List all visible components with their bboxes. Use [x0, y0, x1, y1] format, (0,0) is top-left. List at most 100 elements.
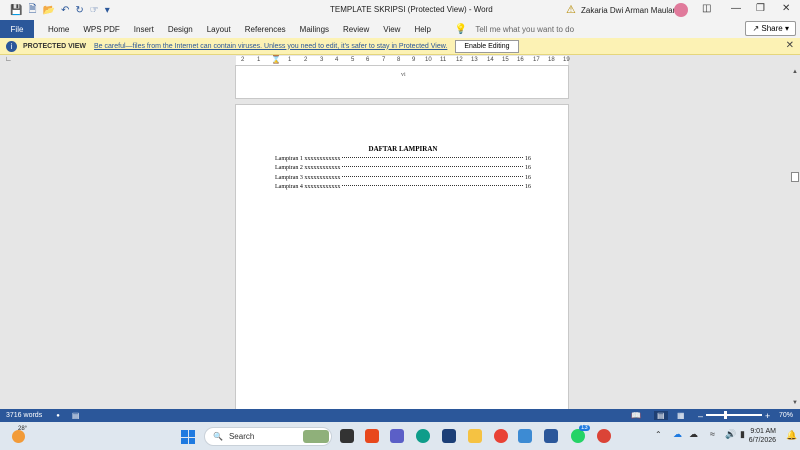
tab-wps-pdf[interactable]: WPS PDF [83, 25, 119, 34]
ruler-mark: 10 [425, 57, 432, 63]
taskbar-search[interactable]: 🔍 Search [204, 427, 332, 446]
wps-office-icon[interactable] [365, 429, 379, 443]
app-icon[interactable] [442, 429, 456, 443]
word-count[interactable]: 3716 words [6, 412, 42, 419]
close-icon[interactable]: ✕ [786, 40, 794, 51]
document-page[interactable]: DAFTAR LAMPIRAN Lampiran 1 xxxxxxxxxxxx … [235, 104, 569, 410]
tab-mailings[interactable]: Mailings [300, 25, 329, 34]
tab-home[interactable]: Home [48, 25, 69, 34]
chevron-up-icon[interactable]: ⌃ [655, 430, 662, 439]
previous-page[interactable]: vi [235, 65, 569, 99]
undo-icon[interactable]: ↶ [61, 5, 69, 16]
status-bar: 3716 words ● ▤ 📖 ▤ ▦ – + 70% [0, 409, 800, 422]
zoom-slider-thumb[interactable] [724, 411, 727, 419]
avatar[interactable] [674, 3, 688, 17]
tell-me-box[interactable]: 💡 Tell me what you want to do [455, 24, 574, 35]
close-icon[interactable]: ✕ [782, 3, 790, 14]
store-icon[interactable] [518, 429, 532, 443]
tab-design[interactable]: Design [168, 25, 193, 34]
scroll-down-icon[interactable]: ▼ [792, 400, 798, 406]
save-icon[interactable]: 💾 [10, 5, 22, 16]
accessibility-icon[interactable]: ▤ [72, 411, 80, 420]
scroll-thumb[interactable] [791, 172, 799, 182]
chrome-icon[interactable] [494, 429, 508, 443]
clock[interactable]: 9:01 AM 6/7/2026 [749, 427, 776, 445]
page-number: vi [401, 72, 406, 78]
toc-label: Lampiran 2 xxxxxxxxxxxx [275, 165, 341, 172]
ruler-mark: 12 [456, 57, 463, 63]
start-icon[interactable] [181, 430, 195, 444]
tab-references[interactable]: References [245, 25, 286, 34]
tab-insert[interactable]: Insert [134, 25, 154, 34]
ruler-mark: 5 [351, 57, 355, 63]
toc-page: 16 [525, 156, 531, 162]
zoom-in-icon[interactable]: + [765, 411, 770, 421]
redo-icon[interactable]: ↻ [75, 5, 83, 16]
ruler-mark: 13 [471, 57, 478, 63]
ruler-mark: 15 [502, 57, 509, 63]
onedrive-icon[interactable]: ☁ [673, 429, 682, 440]
tab-help[interactable]: Help [414, 25, 430, 34]
vertical-scrollbar[interactable]: ▲ ▼ [790, 67, 800, 409]
list-item: Lampiran 4 xxxxxxxxxxxx 16 [275, 184, 531, 193]
web-layout-icon[interactable]: ▦ [677, 411, 685, 420]
touch-mode-icon[interactable]: ☞ [90, 5, 99, 16]
wifi-icon[interactable]: ≈ [710, 429, 715, 439]
task-view-icon[interactable] [340, 429, 354, 443]
ruler-mark: 7 [382, 57, 386, 63]
weather-temp: 28° [18, 426, 28, 432]
battery-icon[interactable]: ▮ [740, 429, 745, 440]
tab-layout[interactable]: Layout [207, 25, 231, 34]
read-mode-icon[interactable]: 📖 [631, 411, 641, 420]
tab-review[interactable]: Review [343, 25, 369, 34]
warning-icon[interactable]: ⚠ [566, 3, 576, 16]
quick-access-toolbar: 💾 🗎 📂 ↶ ↻ ☞ ▾ [0, 2, 110, 19]
lightbulb-icon: 💡 [454, 23, 468, 35]
ribbon-tabs: File Home WPS PDF Insert Design Layout R… [0, 20, 800, 38]
open-icon[interactable]: 📂 [43, 5, 55, 16]
list-item: Lampiran 1 xxxxxxxxxxxx 16 [275, 156, 531, 165]
word-icon[interactable] [544, 429, 558, 443]
ruler-mark: 11 [440, 57, 447, 63]
restore-icon[interactable]: ❐ [756, 3, 765, 14]
file-explorer-icon[interactable] [468, 429, 482, 443]
zoom-level[interactable]: 70% [779, 412, 793, 419]
whatsapp-icon[interactable] [571, 429, 585, 443]
zoom-slider[interactable] [706, 414, 762, 416]
cloud-sync-icon[interactable]: ☁ [689, 429, 698, 440]
ruler-mark: 18 [548, 57, 555, 63]
protected-view-message[interactable]: Be careful—files from the Internet can c… [94, 43, 447, 50]
user-name[interactable]: Zakaria Dwi Arman Maulana [581, 6, 681, 15]
print-layout-icon[interactable]: ▤ [654, 411, 668, 420]
ribbon-display-options-icon[interactable]: ◫ [702, 3, 711, 14]
tab-view[interactable]: View [383, 25, 400, 34]
ruler-mark: 3 [320, 57, 324, 63]
notifications-icon[interactable]: 🔔 [786, 430, 797, 441]
new-doc-icon[interactable]: 🗎 [28, 2, 36, 19]
share-button[interactable]: ↗ Share ▾ [745, 21, 796, 36]
page-title: DAFTAR LAMPIRAN [368, 145, 438, 153]
proofing-icon[interactable]: ● [56, 413, 60, 419]
tab-selector-icon[interactable]: ∟ [5, 56, 12, 63]
indent-marker-icon[interactable]: ⌛ [271, 55, 281, 64]
tab-file[interactable]: File [0, 20, 34, 38]
toc-label: Lampiran 3 xxxxxxxxxxxx [275, 174, 341, 181]
teams-icon[interactable] [390, 429, 404, 443]
minimize-icon[interactable]: — [731, 3, 741, 14]
ruler-mark: 2 [241, 57, 245, 63]
ruler-mark: 9 [412, 57, 416, 63]
ruler-mark: 1 [288, 57, 292, 63]
scroll-up-icon[interactable]: ▲ [792, 69, 798, 75]
chrome-profile-icon[interactable] [597, 429, 611, 443]
edge-icon[interactable] [416, 429, 430, 443]
date: 6/7/2026 [748, 437, 776, 444]
customize-toolbar-icon[interactable]: ▾ [105, 5, 110, 16]
zoom-out-icon[interactable]: – [698, 411, 703, 421]
ruler-mark: 8 [397, 57, 401, 63]
toc-page: 16 [525, 183, 531, 190]
enable-editing-button[interactable]: Enable Editing [455, 39, 519, 53]
volume-icon[interactable]: 🔊 [725, 429, 736, 440]
ruler-mark: 1 [257, 57, 261, 63]
toc-page: 16 [525, 165, 531, 172]
windows-taskbar: 28° 🔍 Search 13 ⌃ ☁ ☁ ≈ 🔊 ▮ 9:01 AM 6/7/… [0, 422, 800, 450]
